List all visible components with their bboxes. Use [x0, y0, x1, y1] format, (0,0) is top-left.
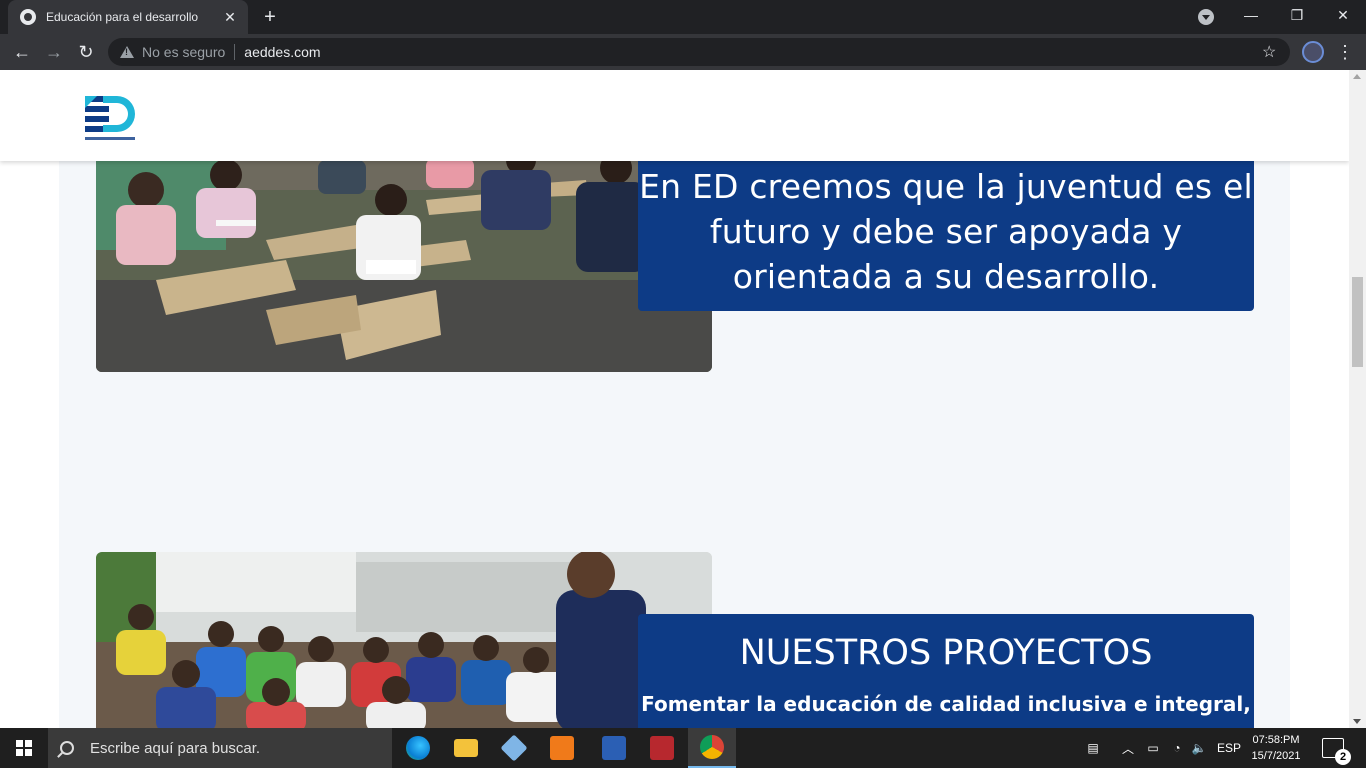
- word-icon[interactable]: [590, 728, 638, 768]
- reload-button[interactable]: ↻: [72, 38, 100, 66]
- browser-tab[interactable]: Educación para el desarrollo ✕: [8, 0, 248, 34]
- xampp-icon[interactable]: [538, 728, 586, 768]
- mission-quote-card: En ED creemos que la juventud es el futu…: [638, 146, 1254, 311]
- security-label[interactable]: No es seguro: [142, 44, 225, 60]
- group-meeting-photo-art: [96, 552, 712, 728]
- windows-taskbar: Escribe aquí para buscar. ▤ ︿ ▭ ◔ 🔈 ESP …: [0, 728, 1366, 768]
- projects-card: NUESTROS PROYECTOS Fomentar la educación…: [638, 614, 1254, 728]
- new-tab-button[interactable]: +: [258, 5, 282, 29]
- tab-title: Educación para el desarrollo: [46, 10, 199, 24]
- windows-logo-icon: [16, 740, 32, 756]
- site-logo[interactable]: [73, 82, 143, 150]
- show-hidden-icons-icon[interactable]: ︿: [1118, 728, 1138, 768]
- taskbar-search[interactable]: Escribe aquí para buscar.: [48, 728, 392, 768]
- globe-icon: [20, 9, 36, 25]
- virtualbox-icon[interactable]: [490, 728, 538, 768]
- back-button[interactable]: ←: [8, 38, 36, 66]
- clock-date: 15/7/2021: [1251, 750, 1301, 762]
- page-scrollbar[interactable]: [1349, 70, 1366, 728]
- maximize-button[interactable]: ❐: [1274, 0, 1320, 30]
- minimize-button[interactable]: —: [1228, 0, 1274, 30]
- forward-button[interactable]: →: [40, 38, 68, 66]
- scroll-thumb[interactable]: [1352, 277, 1363, 367]
- file-explorer-icon[interactable]: [442, 728, 490, 768]
- tab-search-icon[interactable]: [1198, 9, 1214, 25]
- volume-icon[interactable]: 🔈: [1188, 728, 1210, 768]
- system-clock[interactable]: 07:58:PM 15/7/2021: [1244, 732, 1308, 764]
- group-meeting-photo: [96, 552, 712, 728]
- scroll-down-arrow-icon[interactable]: [1353, 719, 1361, 724]
- profile-avatar[interactable]: [1302, 41, 1324, 63]
- chrome-icon[interactable]: [688, 728, 736, 768]
- chrome-menu-icon[interactable]: ⋮: [1336, 40, 1354, 64]
- scroll-up-arrow-icon[interactable]: [1353, 74, 1361, 79]
- tab-strip: Educación para el desarrollo ✕ + — ❐ ✕: [0, 0, 1366, 34]
- classroom-photo: [96, 130, 712, 372]
- notification-badge: 2: [1335, 749, 1351, 765]
- edge-icon[interactable]: [394, 728, 442, 768]
- divider: [234, 44, 236, 60]
- page-viewport: En ED creemos que la juventud es el futu…: [0, 70, 1349, 728]
- wifi-icon[interactable]: ◔: [1166, 728, 1188, 768]
- bookmark-star-icon[interactable]: ☆: [1262, 42, 1276, 62]
- close-window-button[interactable]: ✕: [1320, 0, 1366, 30]
- classroom-photo-art: [96, 130, 712, 372]
- filezilla-icon[interactable]: [638, 728, 686, 768]
- browser-toolbar: ← → ↻ No es seguro aeddes.com ☆ ⋮: [0, 34, 1366, 70]
- warning-icon[interactable]: [120, 46, 134, 58]
- site-header: [0, 70, 1349, 161]
- url-text[interactable]: aeddes.com: [244, 44, 320, 60]
- address-bar[interactable]: No es seguro aeddes.com: [108, 38, 1290, 66]
- search-icon: [60, 741, 74, 755]
- mission-quote: En ED creemos que la juventud es el futu…: [639, 167, 1253, 296]
- start-button[interactable]: [0, 728, 48, 768]
- clock-time: 07:58:PM: [1252, 734, 1300, 746]
- search-placeholder: Escribe aquí para buscar.: [90, 739, 261, 757]
- projects-text: Fomentar la educación de calidad inclusi…: [641, 692, 1251, 716]
- news-icon[interactable]: ▤: [1080, 728, 1106, 768]
- ed-logo-mark: [85, 96, 135, 140]
- projects-title: NUESTROS PROYECTOS: [739, 633, 1153, 673]
- close-tab-button[interactable]: ✕: [222, 9, 238, 26]
- language-indicator[interactable]: ESP: [1214, 728, 1244, 768]
- battery-icon[interactable]: ▭: [1142, 728, 1164, 768]
- action-center-icon[interactable]: 2: [1322, 738, 1351, 765]
